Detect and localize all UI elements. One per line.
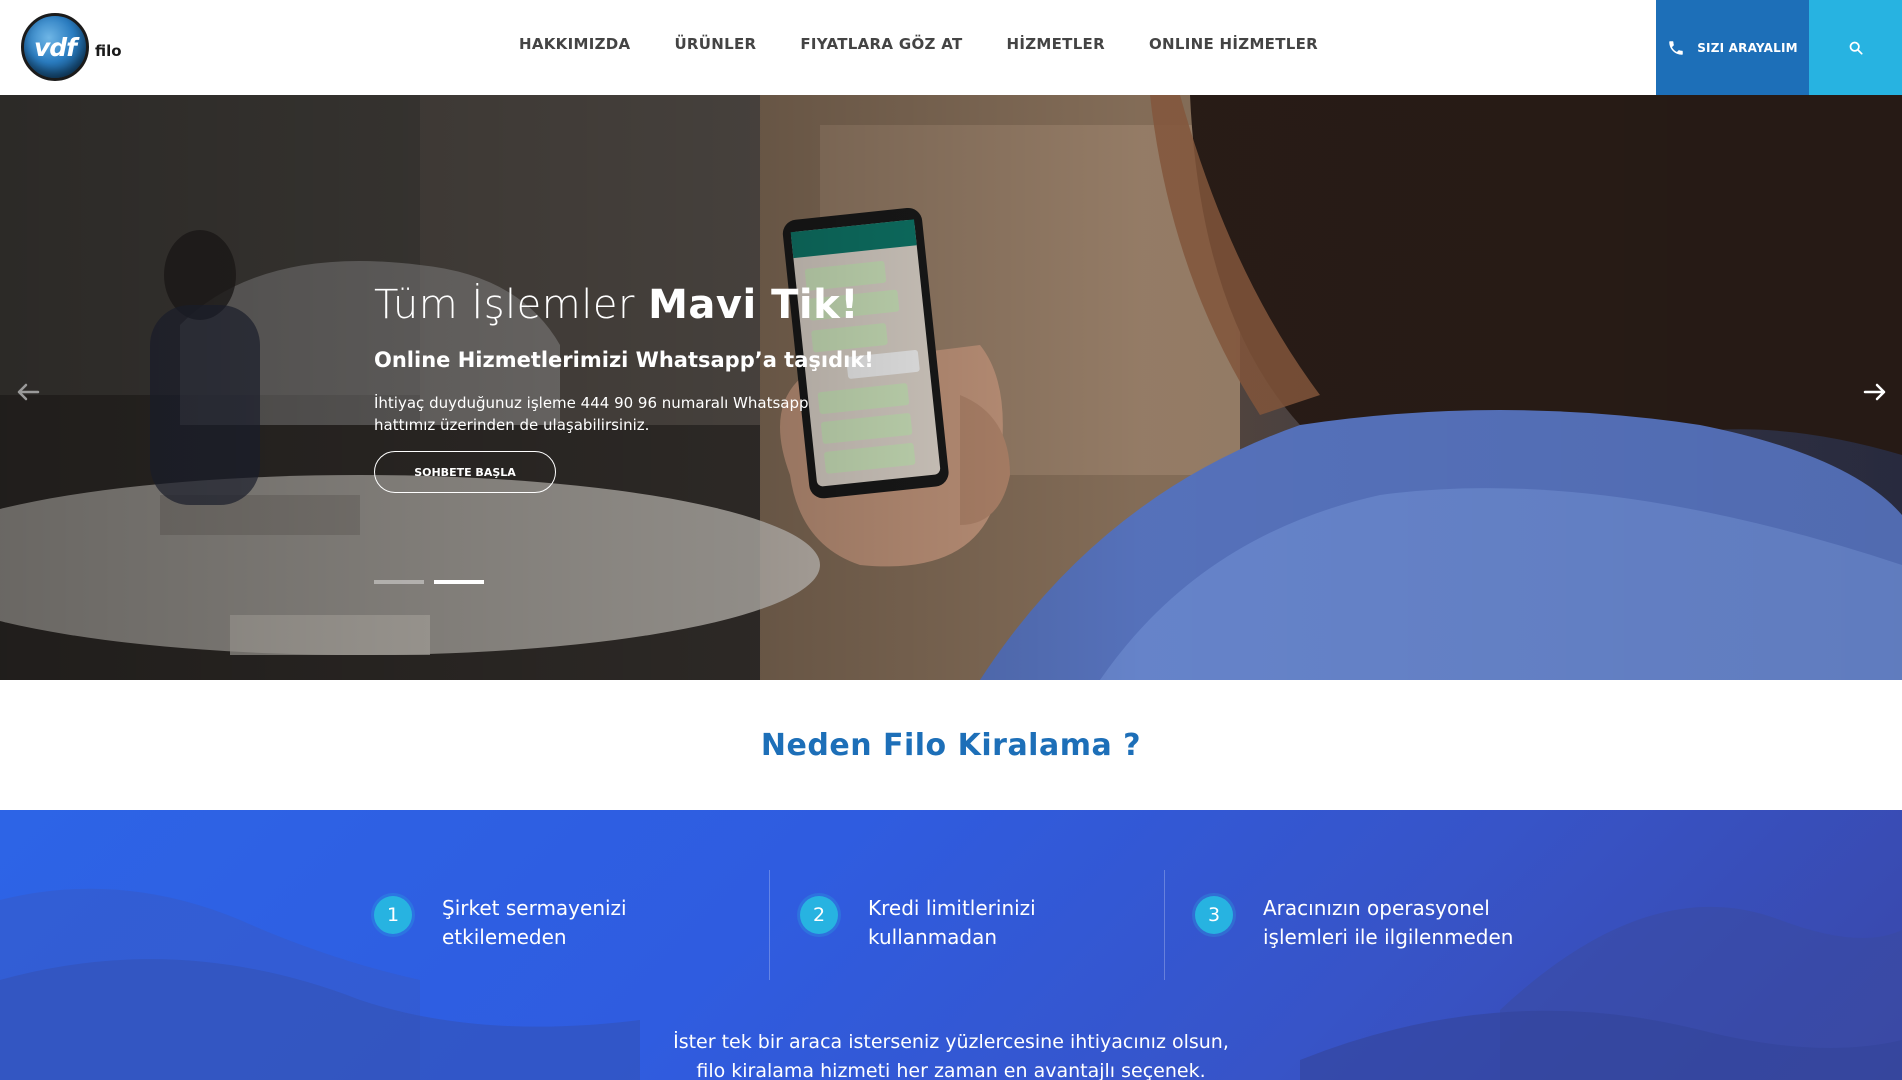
why-section: Neden Filo Kiralama ? (0, 680, 1902, 810)
hero-overlay (0, 95, 1902, 680)
hero-slider: Tüm İşlemler Mavi Tik! Online Hizmetleri… (0, 95, 1902, 680)
hero-title-bold: Mavi Tik! (648, 282, 859, 328)
slider-pagination (374, 580, 484, 584)
phone-icon (1669, 40, 1683, 55)
logo-mark: vdf (21, 13, 89, 81)
why-title: Neden Filo Kiralama ? (760, 727, 1142, 763)
feature-list: 1 Şirket sermayenizi etkilemeden 2 Kredi… (374, 870, 1559, 980)
search-icon (1849, 41, 1863, 55)
arrow-right-icon (1863, 383, 1886, 401)
logo-mark-text: vdf (33, 32, 77, 62)
band-summary-line-2: filo kiralama hizmeti her zaman en avant… (696, 1060, 1206, 1080)
feature-number: 3 (1195, 896, 1233, 934)
band-summary-line-1: İster tek bir araca isterseniz yüzlerces… (673, 1031, 1229, 1053)
hero-title: Tüm İşlemler Mavi Tik! (374, 282, 859, 328)
logo-word: filo (95, 42, 122, 60)
logo[interactable]: vdf filo (21, 13, 122, 81)
site-header: vdf filo HAKKIMIZDA ÜRÜNLER FIYATLARA GÖ… (0, 0, 1902, 95)
feature-number: 1 (374, 896, 412, 934)
feature-text: Şirket sermayenizi etkilemeden (442, 896, 627, 949)
feature-item: 3 Aracınızın operasyonel işlemleri ile i… (1164, 870, 1559, 980)
slider-prev-button[interactable] (8, 372, 48, 412)
nav-item-fiyatlar[interactable]: FIYATLARA GÖZ AT (800, 35, 962, 53)
main-nav: HAKKIMIZDA ÜRÜNLER FIYATLARA GÖZ AT HİZM… (519, 35, 1362, 53)
call-me-label: SIZI ARAYALIM (1697, 40, 1798, 55)
feature-text: Aracınızın operasyonel işlemleri ile ilg… (1263, 896, 1514, 949)
feature-item: 2 Kredi limitlerinizi kullanmadan (769, 870, 1164, 980)
feature-text: Kredi limitlerinizi kullanmadan (868, 896, 1036, 949)
nav-item-urunler[interactable]: ÜRÜNLER (674, 35, 756, 53)
nav-item-hizmetler[interactable]: HİZMETLER (1006, 35, 1104, 53)
search-button[interactable] (1809, 0, 1902, 95)
band-summary: İster tek bir araca isterseniz yüzlerces… (0, 1028, 1902, 1080)
start-chat-button[interactable]: SOHBETE BAŞLA (374, 451, 556, 493)
hero-subtitle: Online Hizmetlerimizi Whatsapp’a taşıdık… (374, 348, 874, 372)
features-band: 1 Şirket sermayenizi etkilemeden 2 Kredi… (0, 810, 1902, 1080)
nav-item-online-hizmetler[interactable]: ONLINE HİZMETLER (1149, 35, 1318, 53)
feature-item: 1 Şirket sermayenizi etkilemeden (374, 870, 769, 980)
slider-next-button[interactable] (1855, 372, 1895, 412)
slider-dot-2[interactable] (434, 580, 484, 584)
slider-dot-1[interactable] (374, 580, 424, 584)
feature-number: 2 (800, 896, 838, 934)
hero-title-light: Tüm İşlemler (374, 282, 649, 328)
call-me-button[interactable]: SIZI ARAYALIM (1656, 0, 1809, 95)
arrow-left-icon (17, 383, 40, 401)
nav-item-hakkimizda[interactable]: HAKKIMIZDA (519, 35, 630, 53)
hero-description: İhtiyaç duyduğunuz işleme 444 90 96 numa… (374, 394, 809, 434)
